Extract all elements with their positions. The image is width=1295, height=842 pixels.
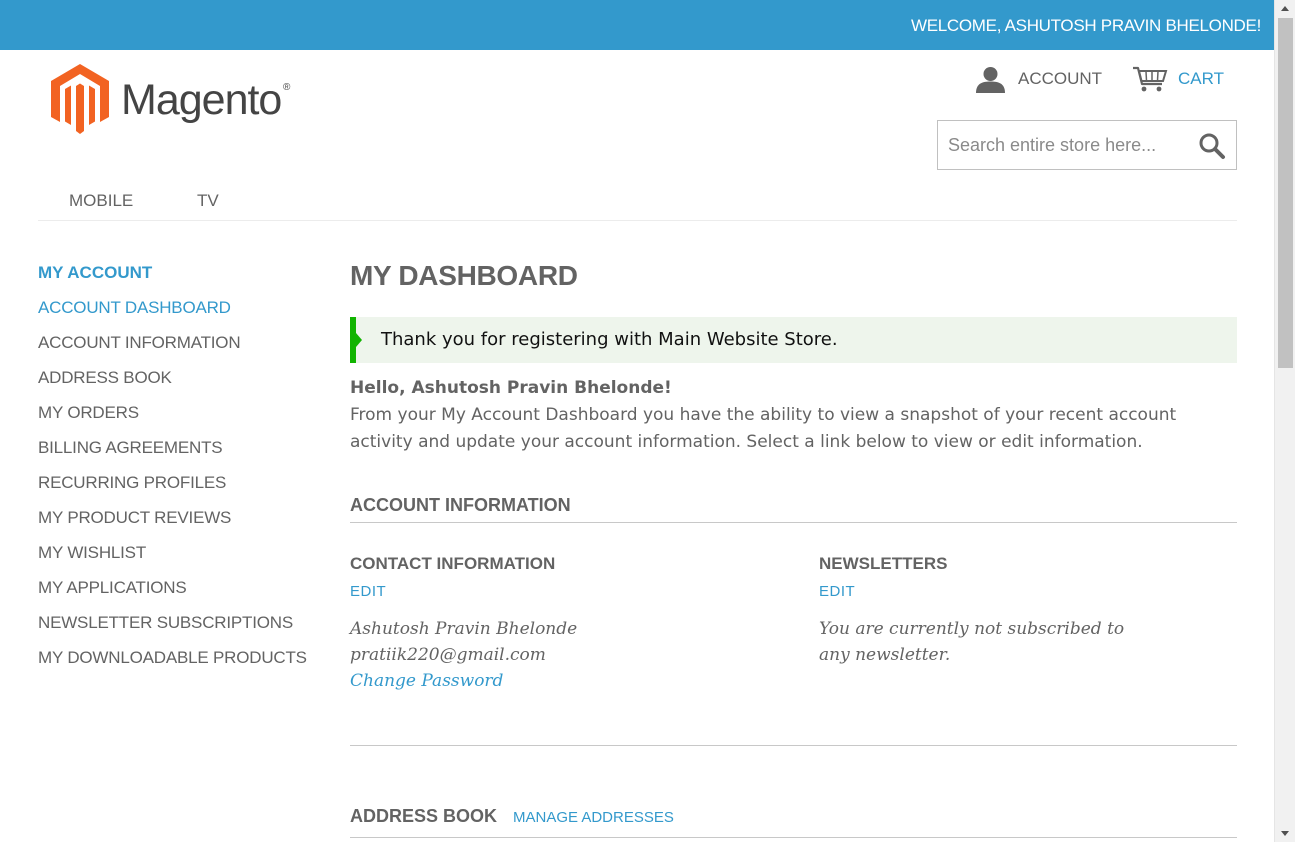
newsletters-edit-link[interactable]: EDIT: [819, 583, 855, 600]
contact-name: Ashutosh Pravin Bhelonde: [350, 619, 578, 639]
success-message: Thank you for registering with Main Webs…: [350, 317, 1237, 363]
contact-email: pratiik220@gmail.com: [350, 645, 546, 665]
sidebar-item-billing-agreements[interactable]: BILLING AGREEMENTS: [38, 437, 307, 472]
manage-addresses-link[interactable]: MANAGE ADDRESSES: [513, 809, 674, 826]
logo-wordmark: Magento: [121, 76, 282, 124]
contact-information-title: CONTACT INFORMATION: [350, 554, 556, 573]
account-sidebar: MY ACCOUNT ACCOUNT DASHBOARD ACCOUNT INF…: [38, 262, 307, 682]
cart-label: CART: [1178, 69, 1224, 88]
section-divider: [350, 745, 1237, 746]
search-input[interactable]: [938, 121, 1188, 169]
scroll-down-arrow-icon[interactable]: [1281, 831, 1289, 836]
sidebar-item-my-downloadable-products[interactable]: MY DOWNLOADABLE PRODUCTS: [38, 647, 307, 682]
sidebar-item-account-dashboard[interactable]: ACCOUNT DASHBOARD: [38, 297, 307, 332]
sidebar-item-my-applications[interactable]: MY APPLICATIONS: [38, 577, 307, 612]
search-icon[interactable]: [1198, 132, 1226, 160]
success-message-text: Thank you for registering with Main Webs…: [381, 329, 838, 350]
account-information-title: ACCOUNT INFORMATION: [350, 495, 571, 515]
sidebar-item-my-wishlist[interactable]: MY WISHLIST: [38, 542, 307, 577]
main-navigation: MOBILE TV: [38, 180, 1237, 221]
sidebar-item-recurring-profiles[interactable]: RECURRING PROFILES: [38, 472, 307, 507]
scrollbar[interactable]: [1274, 0, 1295, 842]
nav-item-tv[interactable]: TV: [197, 191, 219, 211]
change-password-link[interactable]: Change Password: [350, 668, 780, 694]
account-label: ACCOUNT: [1018, 69, 1103, 88]
sidebar-item-my-orders[interactable]: MY ORDERS: [38, 402, 307, 437]
account-information-section-title: ACCOUNT INFORMATION: [350, 490, 1237, 523]
top-bar: WELCOME, ASHUTOSH PRAVIN BHELONDE!: [0, 0, 1274, 50]
sidebar-item-account-information[interactable]: ACCOUNT INFORMATION: [38, 332, 307, 367]
cart-icon: [1133, 66, 1168, 92]
welcome-message: WELCOME, ASHUTOSH PRAVIN BHELONDE!: [910, 16, 1261, 35]
address-book-section-title: ADDRESS BOOK MANAGE ADDRESSES: [350, 801, 1237, 838]
scroll-thumb[interactable]: [1278, 18, 1293, 368]
sidebar-item-address-book[interactable]: ADDRESS BOOK: [38, 367, 307, 402]
greeting: Hello, Ashutosh Pravin Bhelonde!: [350, 378, 672, 398]
magento-logo-icon: [51, 64, 109, 134]
success-arrow-icon: [356, 333, 362, 347]
page-title: MY DASHBOARD: [350, 260, 578, 291]
sidebar-item-my-product-reviews[interactable]: MY PRODUCT REVIEWS: [38, 507, 307, 542]
logo-registered-mark: ®: [283, 82, 291, 93]
user-icon: [976, 67, 1005, 93]
dashboard-intro: From your My Account Dashboard you have …: [350, 405, 1177, 452]
nav-item-mobile[interactable]: MOBILE: [69, 191, 133, 211]
sidebar-item-newsletter-subscriptions[interactable]: NEWSLETTER SUBSCRIPTIONS: [38, 612, 307, 647]
search-box: [937, 120, 1237, 170]
contact-details: Ashutosh Pravin Bhelonde pratiik220@gmai…: [350, 616, 780, 694]
contact-edit-link[interactable]: EDIT: [350, 583, 386, 600]
scroll-up-arrow-icon[interactable]: [1281, 6, 1289, 11]
newsletter-status: You are currently not subscribed to any …: [819, 619, 1125, 665]
address-book-title: ADDRESS BOOK: [350, 806, 498, 826]
magento-logo[interactable]: Magento ®: [49, 62, 299, 136]
sidebar-title: MY ACCOUNT: [38, 263, 153, 282]
newsletters-title: NEWSLETTERS: [819, 554, 948, 573]
cart-link[interactable]: CART: [1132, 64, 1224, 94]
account-link[interactable]: ACCOUNT: [975, 64, 1102, 94]
